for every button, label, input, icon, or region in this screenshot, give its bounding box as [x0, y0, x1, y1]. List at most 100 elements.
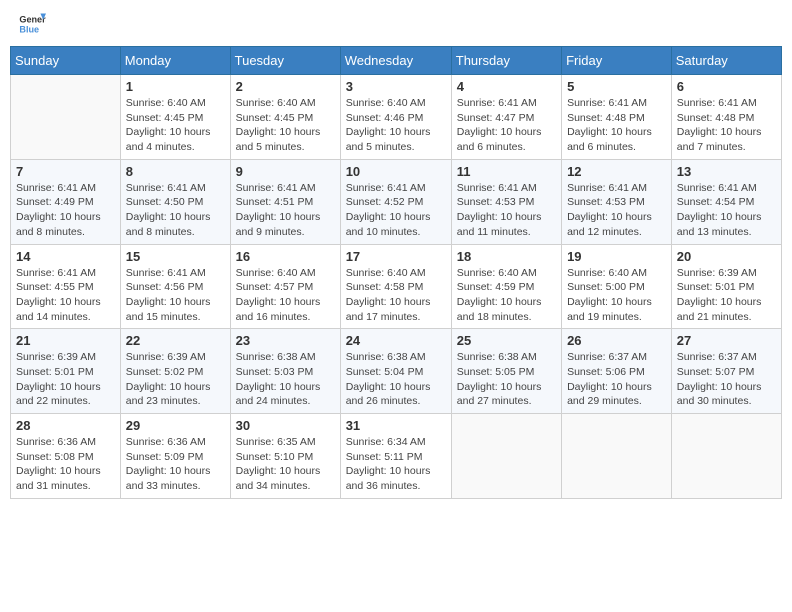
calendar-cell: 10 Sunrise: 6:41 AM Sunset: 4:52 PM Dayli…	[340, 159, 451, 244]
calendar-cell	[562, 414, 672, 499]
day-info: Sunrise: 6:35 AM Sunset: 5:10 PM Dayligh…	[236, 435, 335, 494]
day-info: Sunrise: 6:41 AM Sunset: 4:51 PM Dayligh…	[236, 181, 335, 240]
day-info: Sunrise: 6:40 AM Sunset: 4:58 PM Dayligh…	[346, 266, 446, 325]
calendar-cell: 17 Sunrise: 6:40 AM Sunset: 4:58 PM Dayli…	[340, 244, 451, 329]
day-info: Sunrise: 6:41 AM Sunset: 4:56 PM Dayligh…	[126, 266, 225, 325]
calendar-cell: 21 Sunrise: 6:39 AM Sunset: 5:01 PM Dayli…	[11, 329, 121, 414]
day-number: 10	[346, 164, 446, 179]
day-number: 24	[346, 333, 446, 348]
calendar-cell: 9Sunrise: 6:41 AM Sunset: 4:51 PM Daylig…	[230, 159, 340, 244]
day-number: 21	[16, 333, 115, 348]
calendar-cell: 11 Sunrise: 6:41 AM Sunset: 4:53 PM Dayli…	[451, 159, 561, 244]
weekday-header-sunday: Sunday	[11, 47, 121, 75]
calendar-cell: 14 Sunrise: 6:41 AM Sunset: 4:55 PM Dayli…	[11, 244, 121, 329]
day-info: Sunrise: 6:38 AM Sunset: 5:04 PM Dayligh…	[346, 350, 446, 409]
logo: General Blue	[18, 10, 46, 38]
calendar-cell	[451, 414, 561, 499]
day-number: 11	[457, 164, 556, 179]
calendar-cell: 22 Sunrise: 6:39 AM Sunset: 5:02 PM Dayli…	[120, 329, 230, 414]
weekday-header-monday: Monday	[120, 47, 230, 75]
day-number: 27	[677, 333, 776, 348]
day-info: Sunrise: 6:36 AM Sunset: 5:08 PM Dayligh…	[16, 435, 115, 494]
day-number: 15	[126, 249, 225, 264]
calendar-cell: 29 Sunrise: 6:36 AM Sunset: 5:09 PM Dayli…	[120, 414, 230, 499]
day-info: Sunrise: 6:37 AM Sunset: 5:06 PM Dayligh…	[567, 350, 666, 409]
day-info: Sunrise: 6:36 AM Sunset: 5:09 PM Dayligh…	[126, 435, 225, 494]
day-info: Sunrise: 6:34 AM Sunset: 5:11 PM Dayligh…	[346, 435, 446, 494]
day-number: 1	[126, 79, 225, 94]
day-number: 23	[236, 333, 335, 348]
calendar-cell: 2 Sunrise: 6:40 AM Sunset: 4:45 PM Daylig…	[230, 75, 340, 160]
calendar-cell	[11, 75, 121, 160]
calendar-cell: 6 Sunrise: 6:41 AM Sunset: 4:48 PM Daylig…	[671, 75, 781, 160]
day-number: 20	[677, 249, 776, 264]
weekday-header-saturday: Saturday	[671, 47, 781, 75]
logo-icon: General Blue	[18, 10, 46, 38]
day-number: 13	[677, 164, 776, 179]
calendar-cell: 23 Sunrise: 6:38 AM Sunset: 5:03 PM Dayli…	[230, 329, 340, 414]
calendar-cell: 31 Sunrise: 6:34 AM Sunset: 5:11 PM Dayli…	[340, 414, 451, 499]
day-info: Sunrise: 6:39 AM Sunset: 5:01 PM Dayligh…	[16, 350, 115, 409]
calendar-cell: 1 Sunrise: 6:40 AM Sunset: 4:45 PM Daylig…	[120, 75, 230, 160]
day-number: 26	[567, 333, 666, 348]
day-info: Sunrise: 6:39 AM Sunset: 5:02 PM Dayligh…	[126, 350, 225, 409]
day-number: 12	[567, 164, 666, 179]
day-number: 5	[567, 79, 666, 94]
day-number: 31	[346, 418, 446, 433]
calendar-cell: 4Sunrise: 6:41 AM Sunset: 4:47 PM Daylig…	[451, 75, 561, 160]
day-info: Sunrise: 6:38 AM Sunset: 5:03 PM Dayligh…	[236, 350, 335, 409]
calendar-cell: 13 Sunrise: 6:41 AM Sunset: 4:54 PM Dayli…	[671, 159, 781, 244]
day-number: 19	[567, 249, 666, 264]
day-info: Sunrise: 6:40 AM Sunset: 4:45 PM Dayligh…	[126, 96, 225, 155]
day-info: Sunrise: 6:41 AM Sunset: 4:48 PM Dayligh…	[677, 96, 776, 155]
calendar-cell: 24 Sunrise: 6:38 AM Sunset: 5:04 PM Dayli…	[340, 329, 451, 414]
weekday-header-thursday: Thursday	[451, 47, 561, 75]
day-info: Sunrise: 6:41 AM Sunset: 4:52 PM Dayligh…	[346, 181, 446, 240]
day-number: 28	[16, 418, 115, 433]
header: General Blue	[10, 10, 782, 38]
day-info: Sunrise: 6:41 AM Sunset: 4:54 PM Dayligh…	[677, 181, 776, 240]
calendar-cell: 26 Sunrise: 6:37 AM Sunset: 5:06 PM Dayli…	[562, 329, 672, 414]
day-number: 17	[346, 249, 446, 264]
day-info: Sunrise: 6:40 AM Sunset: 4:46 PM Dayligh…	[346, 96, 446, 155]
day-info: Sunrise: 6:41 AM Sunset: 4:53 PM Dayligh…	[567, 181, 666, 240]
day-number: 25	[457, 333, 556, 348]
day-number: 29	[126, 418, 225, 433]
day-info: Sunrise: 6:41 AM Sunset: 4:50 PM Dayligh…	[126, 181, 225, 240]
weekday-header-friday: Friday	[562, 47, 672, 75]
day-info: Sunrise: 6:41 AM Sunset: 4:55 PM Dayligh…	[16, 266, 115, 325]
week-row-2: 14 Sunrise: 6:41 AM Sunset: 4:55 PM Dayli…	[11, 244, 782, 329]
calendar-cell: 28 Sunrise: 6:36 AM Sunset: 5:08 PM Dayli…	[11, 414, 121, 499]
svg-text:Blue: Blue	[19, 24, 39, 34]
day-info: Sunrise: 6:41 AM Sunset: 4:48 PM Dayligh…	[567, 96, 666, 155]
calendar-cell: 7Sunrise: 6:41 AM Sunset: 4:49 PM Daylig…	[11, 159, 121, 244]
day-number: 8	[126, 164, 225, 179]
calendar-cell: 3Sunrise: 6:40 AM Sunset: 4:46 PM Daylig…	[340, 75, 451, 160]
day-info: Sunrise: 6:40 AM Sunset: 4:59 PM Dayligh…	[457, 266, 556, 325]
calendar-cell: 30Sunrise: 6:35 AM Sunset: 5:10 PM Dayli…	[230, 414, 340, 499]
calendar: SundayMondayTuesdayWednesdayThursdayFrid…	[10, 46, 782, 499]
day-number: 7	[16, 164, 115, 179]
day-info: Sunrise: 6:41 AM Sunset: 4:53 PM Dayligh…	[457, 181, 556, 240]
calendar-cell: 20 Sunrise: 6:39 AM Sunset: 5:01 PM Dayli…	[671, 244, 781, 329]
week-row-3: 21 Sunrise: 6:39 AM Sunset: 5:01 PM Dayli…	[11, 329, 782, 414]
day-number: 22	[126, 333, 225, 348]
day-number: 6	[677, 79, 776, 94]
weekday-header-wednesday: Wednesday	[340, 47, 451, 75]
day-number: 2	[236, 79, 335, 94]
day-number: 18	[457, 249, 556, 264]
week-row-0: 1 Sunrise: 6:40 AM Sunset: 4:45 PM Daylig…	[11, 75, 782, 160]
day-info: Sunrise: 6:41 AM Sunset: 4:47 PM Dayligh…	[457, 96, 556, 155]
calendar-cell: 19 Sunrise: 6:40 AM Sunset: 5:00 PM Dayli…	[562, 244, 672, 329]
day-info: Sunrise: 6:37 AM Sunset: 5:07 PM Dayligh…	[677, 350, 776, 409]
calendar-cell: 15 Sunrise: 6:41 AM Sunset: 4:56 PM Dayli…	[120, 244, 230, 329]
week-row-1: 7Sunrise: 6:41 AM Sunset: 4:49 PM Daylig…	[11, 159, 782, 244]
weekday-header-row: SundayMondayTuesdayWednesdayThursdayFrid…	[11, 47, 782, 75]
calendar-cell: 25Sunrise: 6:38 AM Sunset: 5:05 PM Dayli…	[451, 329, 561, 414]
day-info: Sunrise: 6:40 AM Sunset: 5:00 PM Dayligh…	[567, 266, 666, 325]
day-number: 14	[16, 249, 115, 264]
day-info: Sunrise: 6:40 AM Sunset: 4:45 PM Dayligh…	[236, 96, 335, 155]
day-info: Sunrise: 6:39 AM Sunset: 5:01 PM Dayligh…	[677, 266, 776, 325]
calendar-cell: 27 Sunrise: 6:37 AM Sunset: 5:07 PM Dayli…	[671, 329, 781, 414]
weekday-header-tuesday: Tuesday	[230, 47, 340, 75]
